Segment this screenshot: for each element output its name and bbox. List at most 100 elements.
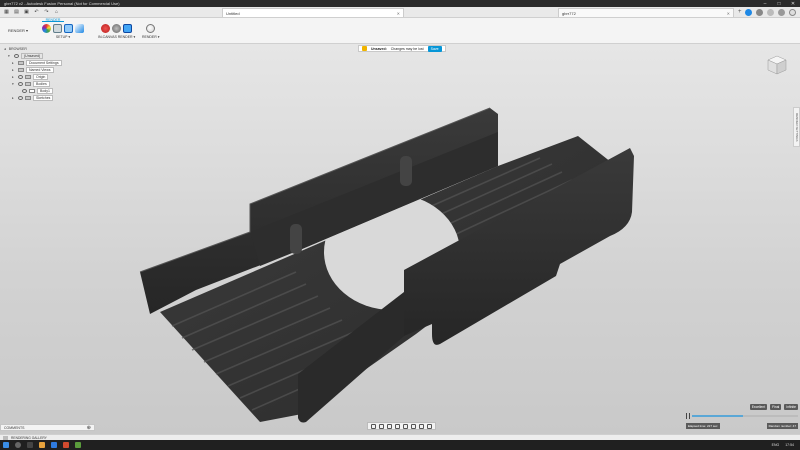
close-button[interactable]: ✕ — [786, 1, 800, 7]
home-icon[interactable]: ⌂ — [53, 9, 60, 16]
window-title: gbrr772 v2 - Autodesk Fusion Personal (N… — [4, 1, 120, 6]
final-quality-button[interactable]: Final — [770, 404, 782, 410]
random-number: Random number: 47 — [766, 423, 798, 429]
fusion-app-icon[interactable] — [63, 442, 69, 448]
search-icon[interactable] — [15, 442, 21, 448]
item-label: Origin — [33, 73, 49, 80]
pause-icon[interactable] — [686, 413, 690, 419]
scene-settings-icon[interactable] — [53, 24, 62, 33]
tab-active-label: gbrr772 — [562, 10, 576, 16]
help-icon[interactable] — [778, 9, 785, 16]
undo-icon[interactable]: ↶ — [33, 9, 40, 16]
expand-icon[interactable]: ▸ — [12, 96, 16, 100]
grid-icon[interactable]: ▦ — [3, 9, 10, 16]
expand-icon[interactable]: ▸ — [12, 68, 16, 72]
zoom-icon[interactable] — [395, 423, 400, 429]
expand-icon[interactable]: ▸ — [12, 75, 16, 79]
setup-group: SETUP ▾ — [42, 24, 84, 39]
save-icon[interactable]: ▣ — [23, 9, 30, 16]
pan-icon[interactable] — [387, 423, 392, 429]
maximize-button[interactable]: □ — [772, 1, 786, 7]
teapot-render-icon[interactable] — [146, 24, 156, 33]
warning-icon — [362, 46, 367, 51]
grid-settings-icon[interactable] — [419, 423, 424, 429]
unsaved-title: Unsaved: — [371, 46, 387, 51]
excellent-quality-button[interactable]: Excellent — [749, 404, 768, 410]
app-icon[interactable] — [75, 442, 81, 448]
folder-icon — [25, 95, 31, 100]
toolbar-ribbon: RENDER RENDER ▾ SETUP ▾ IN-CANVAS RENDER… — [0, 18, 800, 44]
close-icon[interactable]: ✕ — [397, 11, 400, 16]
body-icon — [29, 88, 35, 93]
save-button[interactable]: Save — [427, 45, 442, 52]
elapsed-time: Elapsed time: 227 sec — [686, 423, 720, 429]
mount-boss-left — [290, 224, 302, 254]
browser-item-sketches[interactable]: ▸ Sketches — [4, 94, 66, 101]
collapse-icon[interactable]: ◂ — [4, 47, 6, 51]
orbit-icon[interactable] — [371, 423, 376, 429]
item-label: Sketches — [33, 94, 54, 101]
extensions-icon[interactable] — [745, 9, 752, 16]
browser-item-origin[interactable]: ▸ Origin — [4, 73, 66, 80]
browser-icon[interactable] — [51, 442, 57, 448]
in-canvas-render-menu[interactable]: IN-CANVAS RENDER ▾ — [98, 35, 135, 39]
start-icon[interactable] — [3, 442, 9, 448]
setup-menu[interactable]: SETUP ▾ — [56, 35, 70, 39]
render-settings-expander[interactable]: RENDER SETTINGS — [793, 107, 800, 147]
visibility-icon[interactable] — [18, 95, 23, 100]
texture-map-icon[interactable] — [64, 24, 73, 33]
clock[interactable]: 17:54 — [785, 443, 794, 447]
infinite-quality-button[interactable]: Infinite — [784, 404, 798, 410]
expand-icon[interactable]: ▾ — [8, 54, 12, 58]
window-titlebar: gbrr772 v2 - Autodesk Fusion Personal (N… — [0, 0, 800, 7]
file-explorer-icon[interactable] — [39, 442, 45, 448]
render-menu[interactable]: RENDER ▾ — [142, 35, 160, 39]
tab-untitled-label: Untitled — [226, 10, 240, 16]
close-icon[interactable]: ✕ — [727, 11, 730, 16]
visibility-icon[interactable] — [18, 74, 23, 79]
notifications-icon[interactable] — [767, 9, 774, 16]
look-at-icon[interactable] — [379, 423, 384, 429]
folder-icon — [25, 74, 31, 79]
display-settings-icon[interactable] — [411, 423, 416, 429]
language-indicator[interactable]: ENG — [772, 443, 780, 447]
tab-render[interactable]: RENDER — [42, 18, 64, 22]
expand-icon[interactable]: ▾ — [12, 82, 16, 86]
visibility-icon[interactable] — [18, 81, 23, 86]
file-menu-icon[interactable]: ▤ — [13, 9, 20, 16]
avatar[interactable] — [789, 9, 796, 16]
view-cube-icon[interactable] — [766, 54, 788, 76]
capture-image-icon[interactable] — [123, 24, 133, 33]
task-view-icon[interactable] — [27, 442, 33, 448]
render-settings-icon[interactable] — [112, 24, 122, 33]
expand-icon[interactable]: ▸ — [12, 61, 16, 65]
tab-untitled[interactable]: Untitled ✕ — [222, 8, 404, 17]
minimize-button[interactable]: – — [758, 1, 772, 7]
new-tab-button[interactable]: + — [738, 9, 742, 15]
browser-item-document-settings[interactable]: ▸ Document Settings — [4, 59, 66, 66]
browser-item-body1[interactable]: Body1 — [4, 87, 66, 94]
browser-root[interactable]: ▾ (Unsaved) — [4, 52, 66, 59]
viewports-icon[interactable] — [427, 423, 432, 429]
visibility-icon[interactable] — [22, 88, 27, 93]
workspace-switcher[interactable]: RENDER ▾ — [4, 24, 32, 36]
canvas-viewport[interactable]: Unsaved: Changes may be lost Save ◂ BROW… — [0, 44, 800, 434]
item-label: Body1 — [37, 87, 53, 94]
render-progress-fill — [692, 415, 743, 417]
appearance-icon[interactable] — [42, 24, 51, 33]
decal-icon[interactable] — [75, 24, 84, 33]
redo-icon[interactable]: ↷ — [43, 9, 50, 16]
visibility-icon[interactable] — [14, 53, 19, 58]
render-progress-bar — [692, 415, 798, 417]
job-status-icon[interactable] — [756, 9, 763, 16]
in-canvas-render-icon[interactable] — [101, 24, 111, 33]
item-label: Bodies — [33, 80, 50, 87]
tab-active-document[interactable]: gbrr772 ✕ — [558, 8, 734, 17]
browser-item-bodies[interactable]: ▾ Bodies — [4, 80, 66, 87]
fit-icon[interactable] — [403, 423, 408, 429]
add-comment-button[interactable]: ⊕ — [87, 425, 91, 431]
comments-panel[interactable]: COMMENTS ⊕ — [0, 424, 95, 431]
folder-icon — [25, 81, 31, 86]
browser-item-named-views[interactable]: ▸ Named Views — [4, 66, 66, 73]
folder-icon — [18, 67, 24, 72]
